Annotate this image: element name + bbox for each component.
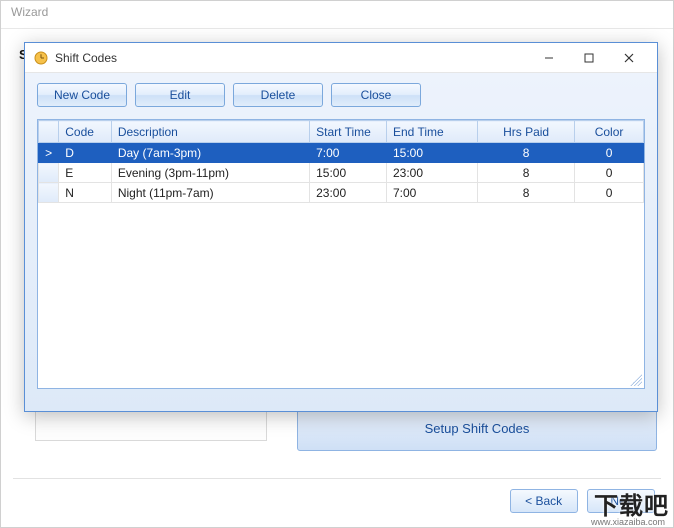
table-row[interactable]: NNight (11pm-7am)23:007:0080 xyxy=(39,183,644,203)
maximize-button[interactable] xyxy=(569,46,609,70)
toolbar: New Code Edit Delete Close xyxy=(37,83,645,107)
cell-color[interactable]: 0 xyxy=(575,183,644,203)
cell-start-time[interactable]: 15:00 xyxy=(310,163,387,183)
dialog-body: New Code Edit Delete Close Code Descript… xyxy=(25,73,657,411)
table-row[interactable]: EEvening (3pm-11pm)15:0023:0080 xyxy=(39,163,644,183)
cell-end-time[interactable]: 23:00 xyxy=(386,163,477,183)
col-header-description[interactable]: Description xyxy=(111,121,309,143)
clock-icon xyxy=(33,50,49,66)
row-indicator-header[interactable] xyxy=(39,121,59,143)
minimize-button[interactable] xyxy=(529,46,569,70)
delete-button[interactable]: Delete xyxy=(233,83,323,107)
cell-code[interactable]: E xyxy=(59,163,112,183)
cell-color[interactable]: 0 xyxy=(575,143,644,163)
dialog-title: Shift Codes xyxy=(55,51,529,65)
resize-grip-icon[interactable] xyxy=(630,374,642,386)
cell-description[interactable]: Night (11pm-7am) xyxy=(111,183,309,203)
cell-description[interactable]: Evening (3pm-11pm) xyxy=(111,163,309,183)
cell-code[interactable]: D xyxy=(59,143,112,163)
wizard-footer: < Back Nex xyxy=(504,489,655,513)
col-header-start-time[interactable]: Start Time xyxy=(310,121,387,143)
cell-hrs-paid[interactable]: 8 xyxy=(478,143,575,163)
cell-hrs-paid[interactable]: 8 xyxy=(478,183,575,203)
dialog-titlebar[interactable]: Shift Codes xyxy=(25,43,657,73)
col-header-hrs-paid[interactable]: Hrs Paid xyxy=(478,121,575,143)
close-button[interactable] xyxy=(609,46,649,70)
col-header-color[interactable]: Color xyxy=(575,121,644,143)
shift-codes-table: Code Description Start Time End Time Hrs… xyxy=(38,120,644,203)
row-indicator[interactable] xyxy=(39,183,59,203)
next-button[interactable]: Nex xyxy=(587,489,655,513)
wizard-title: Wizard xyxy=(11,5,48,19)
cell-hrs-paid[interactable]: 8 xyxy=(478,163,575,183)
footer-divider xyxy=(13,478,661,479)
table-row[interactable]: >DDay (7am-3pm)7:0015:0080 xyxy=(39,143,644,163)
cell-end-time[interactable]: 7:00 xyxy=(386,183,477,203)
shift-codes-dialog: Shift Codes New Code Edit Delete Close xyxy=(24,42,658,412)
setup-shift-codes-label: Setup Shift Codes xyxy=(425,421,530,436)
window-controls xyxy=(529,46,649,70)
close-dialog-button[interactable]: Close xyxy=(331,83,421,107)
row-indicator[interactable] xyxy=(39,163,59,183)
table-header-row: Code Description Start Time End Time Hrs… xyxy=(39,121,644,143)
col-header-code[interactable]: Code xyxy=(59,121,112,143)
cell-color[interactable]: 0 xyxy=(575,163,644,183)
new-code-button[interactable]: New Code xyxy=(37,83,127,107)
wizard-titlebar: Wizard xyxy=(1,1,673,29)
back-button[interactable]: < Back xyxy=(510,489,578,513)
row-indicator[interactable]: > xyxy=(39,143,59,163)
col-header-end-time[interactable]: End Time xyxy=(386,121,477,143)
cell-description[interactable]: Day (7am-3pm) xyxy=(111,143,309,163)
cell-end-time[interactable]: 15:00 xyxy=(386,143,477,163)
watermark-url: www.xiazaiba.com xyxy=(591,517,665,527)
cell-start-time[interactable]: 23:00 xyxy=(310,183,387,203)
shift-codes-grid[interactable]: Code Description Start Time End Time Hrs… xyxy=(37,119,645,389)
edit-button[interactable]: Edit xyxy=(135,83,225,107)
cell-start-time[interactable]: 7:00 xyxy=(310,143,387,163)
wizard-illustration xyxy=(35,407,267,441)
cell-code[interactable]: N xyxy=(59,183,112,203)
